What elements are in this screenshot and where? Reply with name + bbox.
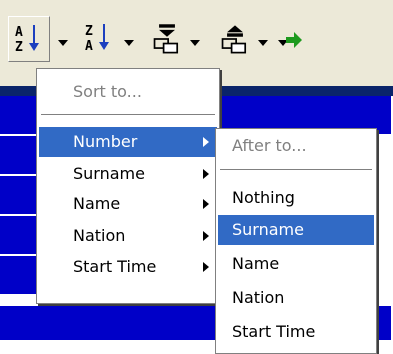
move-top-dropdown-arrow[interactable] <box>258 40 268 46</box>
move-bottom-icon[interactable] <box>150 22 184 56</box>
submenu-arrow-icon <box>203 262 209 272</box>
svg-text:A: A <box>85 39 93 54</box>
move-top-icon[interactable] <box>218 22 252 56</box>
menu-item-label: Nation <box>73 226 126 245</box>
menu-item-label: Start Time <box>73 257 157 276</box>
after-menu-item-nation[interactable]: Nation <box>218 283 374 313</box>
sort-menu-item-start-time[interactable]: Start Time <box>39 252 217 282</box>
sort-ascending-dropdown-arrow[interactable] <box>58 40 68 46</box>
green-arrow-icon[interactable] <box>286 30 302 50</box>
svg-text:Z: Z <box>15 40 23 55</box>
sort-ascending-button[interactable]: A Z <box>8 16 50 62</box>
menu-item-label: Name <box>73 194 121 213</box>
menu-item-label: Surname <box>73 164 145 183</box>
sort-menu-item-name[interactable]: Name <box>39 189 217 219</box>
after-menu-item-nothing[interactable]: Nothing <box>218 183 374 213</box>
menu-separator <box>41 114 215 116</box>
menu-item-label: Number <box>73 132 138 151</box>
after-menu-item-name[interactable]: Name <box>218 249 374 279</box>
svg-text:A: A <box>15 25 23 40</box>
menu-separator <box>220 169 372 171</box>
submenu-arrow-icon <box>203 231 209 241</box>
sort-menu-item-number[interactable]: Number <box>39 127 217 157</box>
sort-menu-item-nation[interactable]: Nation <box>39 221 217 251</box>
sort-descending-dropdown-arrow[interactable] <box>124 40 134 46</box>
submenu-arrow-icon <box>203 169 209 179</box>
sort-menu-item-surname[interactable]: Surname <box>39 159 217 189</box>
sort-to-header: Sort to... <box>73 82 142 101</box>
svg-text:Z: Z <box>85 24 93 39</box>
after-to-menu: After to... Nothing Surname Name Nation … <box>215 128 377 354</box>
sort-descending-za-icon[interactable]: Z A <box>82 20 116 54</box>
sort-ascending-az-icon: A Z <box>15 25 39 55</box>
move-bottom-dropdown-arrow[interactable] <box>190 40 200 46</box>
submenu-arrow-icon <box>203 199 209 209</box>
submenu-arrow-icon <box>203 137 209 147</box>
after-menu-item-surname[interactable]: Surname <box>218 215 374 245</box>
sort-to-menu: Sort to... Number Surname Name Nation St… <box>36 68 220 304</box>
after-menu-item-start-time[interactable]: Start Time <box>218 317 374 347</box>
after-to-header: After to... <box>232 136 307 155</box>
